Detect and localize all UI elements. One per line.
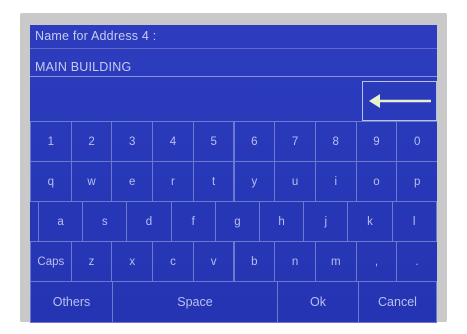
key-z[interactable]: z <box>70 241 113 282</box>
on-screen-keyboard: 1 2 3 4 5 6 7 8 9 0 q w e r t y u i o p a s d f g h j k l Caps z x c v b n m… <box>30 121 437 323</box>
key-8[interactable]: 8 <box>314 121 357 162</box>
key-label: 7 <box>291 135 299 148</box>
key-label: 0 <box>413 135 421 148</box>
key-label: q <box>47 175 55 188</box>
key-p[interactable]: p <box>396 161 437 202</box>
key-t[interactable]: t <box>192 161 235 202</box>
key-0[interactable]: 0 <box>396 121 437 162</box>
key-6[interactable]: 6 <box>233 121 276 162</box>
cancel-button-label: Cancel <box>378 295 417 309</box>
key-label: a <box>57 215 64 228</box>
key-s[interactable]: s <box>82 201 128 242</box>
cancel-button[interactable]: Cancel <box>358 281 437 323</box>
key-7[interactable]: 7 <box>274 121 316 162</box>
key-label: j <box>324 215 328 228</box>
key-b[interactable]: b <box>233 241 276 282</box>
key-h[interactable]: h <box>259 201 305 242</box>
key-5[interactable]: 5 <box>192 121 235 162</box>
key-label: h <box>278 215 285 228</box>
backspace-arrow-icon <box>369 94 431 108</box>
touch-screen: Name for Address 4 : MAIN BUILDING 1 2 3 4 5… <box>30 25 437 323</box>
key-label: o <box>373 175 380 188</box>
key-r[interactable]: r <box>152 161 194 202</box>
key-label: 9 <box>373 135 380 148</box>
key-x[interactable]: x <box>111 241 154 282</box>
key-label: 3 <box>129 135 136 148</box>
key-i[interactable]: i <box>314 161 357 202</box>
key-label: e <box>129 175 136 188</box>
key-v[interactable]: v <box>192 241 235 282</box>
key-label: k <box>367 215 373 228</box>
key-u[interactable]: u <box>274 161 316 202</box>
key-j[interactable]: j <box>303 201 349 242</box>
key-3[interactable]: 3 <box>111 121 154 162</box>
key-label: , <box>374 255 379 268</box>
key-label: 6 <box>251 135 258 148</box>
key-comma[interactable]: , <box>355 241 398 282</box>
key-1[interactable]: 1 <box>30 121 72 162</box>
backspace-button[interactable] <box>362 81 437 121</box>
key-label: 1 <box>47 135 55 148</box>
others-button[interactable]: Others <box>30 281 113 323</box>
key-label: f <box>191 215 195 228</box>
key-o[interactable]: o <box>355 161 398 202</box>
key-y[interactable]: y <box>233 161 276 202</box>
key-n[interactable]: n <box>274 241 316 282</box>
key-2[interactable]: 2 <box>70 121 113 162</box>
key-k[interactable]: k <box>347 201 393 242</box>
key-w[interactable]: w <box>70 161 113 202</box>
key-e[interactable]: e <box>111 161 154 202</box>
key-label: t <box>212 175 216 188</box>
key-g[interactable]: g <box>214 201 260 242</box>
key-label: v <box>210 255 217 268</box>
key-l[interactable]: l <box>391 201 437 242</box>
key-label: 4 <box>169 135 177 148</box>
key-label: l <box>412 215 416 228</box>
space-bar-label: Space <box>177 295 213 309</box>
key-label: z <box>88 255 95 268</box>
key-label: i <box>334 175 338 188</box>
key-period[interactable]: . <box>396 241 437 282</box>
key-4[interactable]: 4 <box>152 121 194 162</box>
key-d[interactable]: d <box>126 201 172 242</box>
space-bar[interactable]: Space <box>112 281 278 323</box>
key-9[interactable]: 9 <box>355 121 398 162</box>
ok-button[interactable]: Ok <box>277 281 359 323</box>
header-divider <box>30 48 437 49</box>
key-q[interactable]: q <box>30 161 72 202</box>
key-f[interactable]: f <box>170 201 216 242</box>
key-label: c <box>170 255 176 268</box>
key-label: Caps <box>37 255 65 268</box>
key-label: y <box>251 175 258 188</box>
others-button-label: Others <box>52 295 91 309</box>
key-label: 5 <box>210 135 217 148</box>
key-label: m <box>330 255 341 268</box>
input-underline <box>30 76 437 77</box>
key-label: x <box>129 255 136 268</box>
address-name-input[interactable]: MAIN BUILDING <box>35 60 131 74</box>
device-display: Name for Address 4 : MAIN BUILDING 1 2 3 4 5… <box>0 0 467 334</box>
key-c[interactable]: c <box>152 241 194 282</box>
key-label: d <box>145 215 153 228</box>
key-m[interactable]: m <box>314 241 357 282</box>
key-label: g <box>234 215 241 228</box>
key-label: s <box>101 215 108 228</box>
key-label: u <box>291 175 299 188</box>
ok-button-label: Ok <box>310 295 326 309</box>
key-caps[interactable]: Caps <box>30 241 72 282</box>
address-name-label: Name for Address 4 : <box>35 29 157 43</box>
key-label: 8 <box>332 135 339 148</box>
key-label: 2 <box>88 135 95 148</box>
key-label: b <box>251 255 258 268</box>
key-label: n <box>291 255 299 268</box>
key-a[interactable]: a <box>38 201 84 242</box>
key-label: w <box>87 175 96 188</box>
key-label: p <box>413 175 421 188</box>
key-label: . <box>415 255 419 268</box>
key-label: r <box>171 175 175 188</box>
